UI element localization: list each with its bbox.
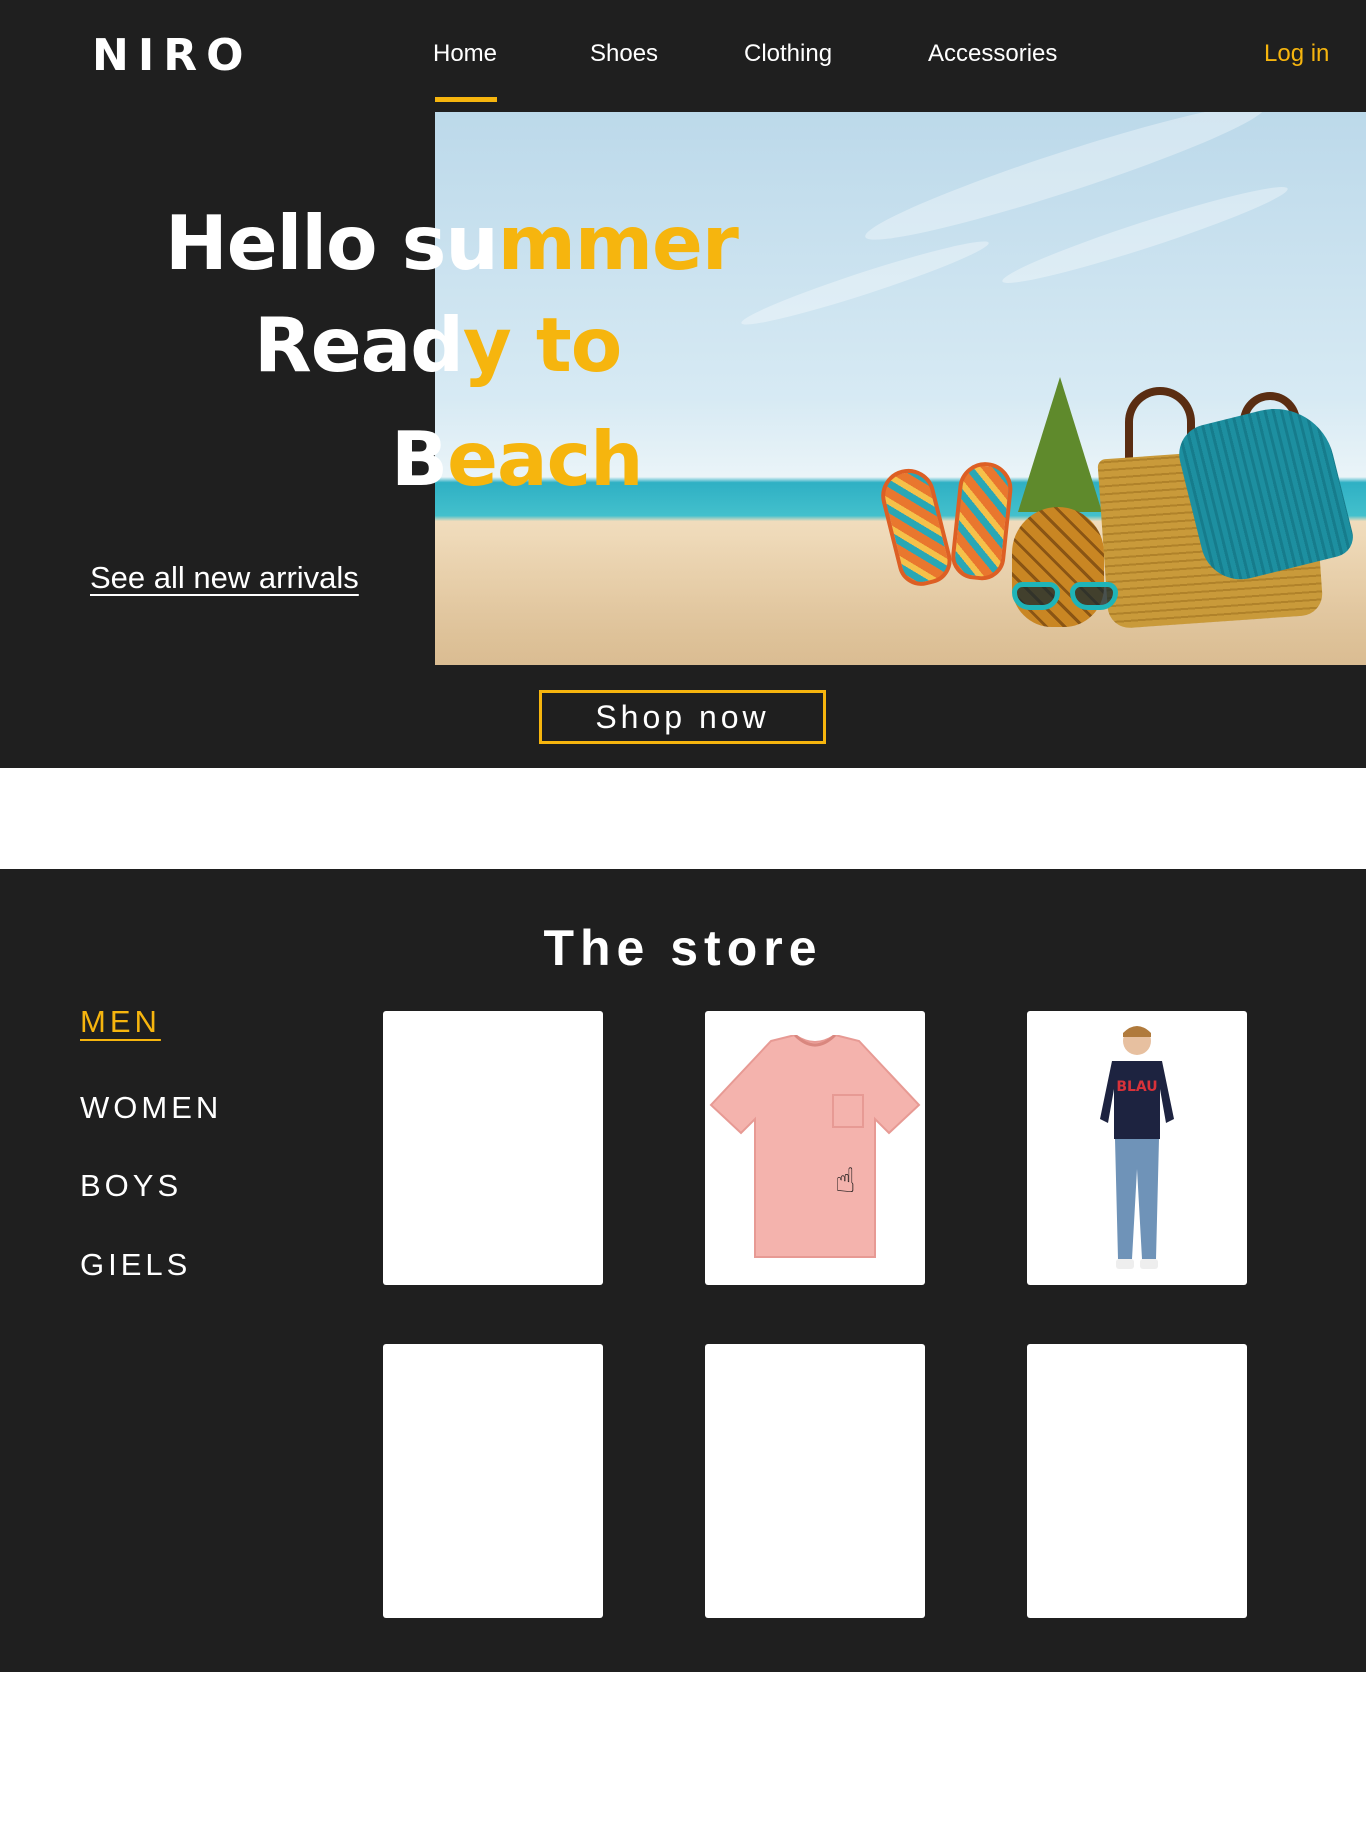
headline-line-1-yellow: mmer	[497, 199, 739, 287]
nav-item-home[interactable]: Home	[433, 40, 498, 102]
pointer-hand-icon: ☝	[835, 1162, 856, 1200]
cloud-shape	[859, 112, 1271, 256]
pineapple-leaves-shape	[1018, 377, 1102, 512]
tshirt-image	[709, 1035, 921, 1258]
product-card[interactable]	[1027, 1344, 1247, 1618]
model-image: BLAU	[1100, 1026, 1174, 1269]
product-card[interactable]	[383, 1344, 603, 1618]
headline-line-2-yellow: y to	[462, 301, 622, 389]
headline-line-3-yellow: each	[447, 415, 643, 503]
product-card[interactable]	[705, 1344, 925, 1618]
product-card[interactable]: BLAU	[1027, 1011, 1247, 1285]
main-nav: Home Shoes Clothing Accessories Log in	[0, 0, 1366, 110]
see-all-arrivals-link[interactable]: See all new arrivals	[90, 560, 359, 596]
sunglasses-shape	[1012, 582, 1120, 612]
login-link[interactable]: Log in	[1264, 40, 1329, 68]
nav-item-shoes[interactable]: Shoes	[590, 40, 658, 68]
category-giels[interactable]: GIELS	[80, 1247, 191, 1283]
cloud-shape	[737, 232, 993, 334]
nav-item-accessories[interactable]: Accessories	[928, 40, 1057, 68]
hero-section: NIRO Home Shoes Clothing Accessories Log…	[0, 0, 1366, 768]
product-card[interactable]	[383, 1011, 603, 1285]
nav-item-clothing[interactable]: Clothing	[744, 40, 832, 68]
category-women[interactable]: WOMEN	[80, 1090, 222, 1126]
headline-line-1-white: Hello su	[165, 199, 499, 287]
headline-line-2-white: Read	[254, 301, 464, 389]
headline-line-3: Beach	[391, 422, 644, 497]
category-men[interactable]: MEN	[80, 1004, 161, 1040]
headline-line-3-white: B	[391, 415, 448, 503]
product-card[interactable]: ☝	[705, 1011, 925, 1285]
shop-now-button[interactable]: Shop now	[539, 690, 826, 744]
category-boys[interactable]: BOYS	[80, 1168, 182, 1204]
lens-shape	[1070, 582, 1118, 610]
headline-line-1: Hello summer	[165, 206, 739, 281]
headline-line-2: Ready to	[254, 308, 622, 383]
store-section: The store MEN WOMEN BOYS GIELS ☝ BLAU	[0, 869, 1366, 1672]
sweater-print: BLAU	[1116, 1079, 1157, 1095]
lens-shape	[1012, 582, 1060, 610]
store-title: The store	[543, 920, 823, 976]
